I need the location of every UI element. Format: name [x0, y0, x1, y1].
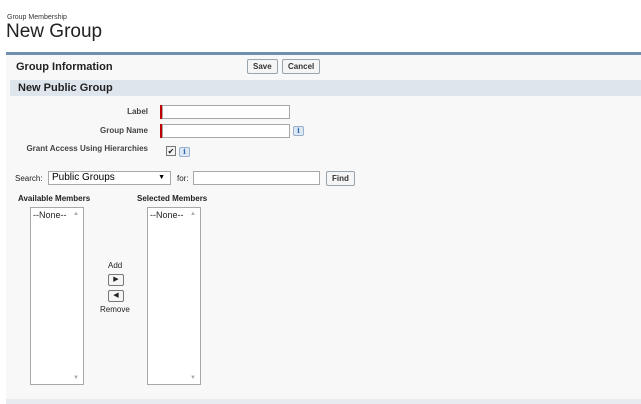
cancel-button[interactable]: Cancel: [282, 59, 321, 74]
scroll-down-icon[interactable]: ▼: [190, 375, 196, 381]
group-name-field-label: Group Name: [99, 126, 148, 135]
available-members-list[interactable]: --None-- ▲ ▼: [30, 207, 84, 385]
group-information-panel: [6, 52, 641, 399]
page-eyebrow: Group Membership: [7, 14, 67, 21]
section-title: New Public Group: [18, 82, 113, 94]
list-item[interactable]: --None--: [150, 210, 184, 220]
search-label: Search:: [15, 174, 43, 183]
find-button[interactable]: Find: [326, 171, 355, 186]
info-icon[interactable]: i: [179, 147, 190, 157]
scroll-up-icon[interactable]: ▲: [73, 211, 79, 217]
group-name-input[interactable]: [162, 124, 290, 138]
selected-members-list[interactable]: --None-- ▲ ▼: [147, 207, 201, 385]
scroll-up-icon[interactable]: ▲: [190, 211, 196, 217]
remove-arrow-button[interactable]: ◀: [108, 290, 124, 302]
label-field-label: Label: [127, 107, 148, 116]
page-title: New Group: [6, 21, 103, 42]
arrow-right-icon: ▶: [113, 276, 119, 283]
search-type-select[interactable]: Public Groups ▼: [48, 171, 171, 185]
panel-title: Group Information: [16, 61, 113, 73]
list-item[interactable]: --None--: [33, 210, 67, 220]
scroll-down-icon[interactable]: ▼: [73, 375, 79, 381]
for-label: for:: [177, 174, 189, 183]
label-input[interactable]: [162, 105, 290, 119]
search-input[interactable]: [193, 171, 320, 185]
info-icon[interactable]: i: [293, 126, 304, 136]
selected-members-label: Selected Members: [137, 194, 208, 203]
remove-label: Remove: [100, 305, 130, 314]
panel-footer-bar: [6, 399, 641, 404]
arrow-left-icon: ◀: [113, 292, 119, 299]
add-arrow-button[interactable]: ▶: [108, 274, 124, 286]
search-type-selected-value: Public Groups: [52, 172, 115, 183]
grant-access-checkbox[interactable]: ✔: [166, 146, 176, 156]
available-members-label: Available Members: [18, 194, 91, 203]
grant-access-field-label: Grant Access Using Hierarchies: [26, 144, 148, 153]
save-button[interactable]: Save: [247, 59, 278, 74]
add-label: Add: [108, 261, 123, 270]
chevron-down-icon: ▼: [158, 174, 165, 181]
